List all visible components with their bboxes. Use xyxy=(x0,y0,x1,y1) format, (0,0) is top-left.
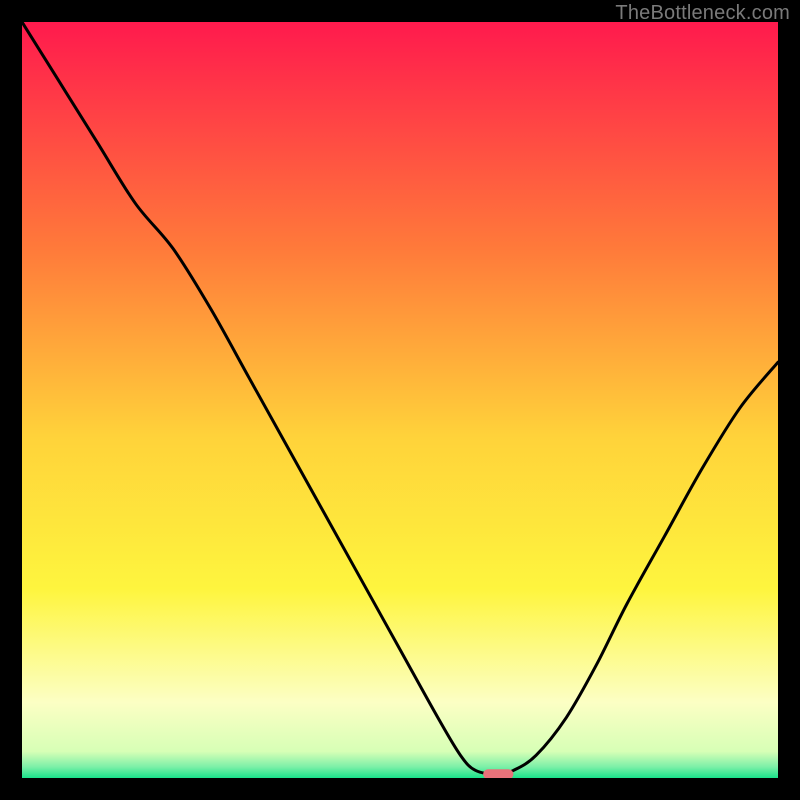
optimal-marker xyxy=(483,769,513,778)
plot-area xyxy=(22,22,778,778)
watermark-label: TheBottleneck.com xyxy=(615,2,790,25)
bottleneck-curve xyxy=(22,22,778,778)
chart-frame: TheBottleneck.com xyxy=(0,0,800,800)
